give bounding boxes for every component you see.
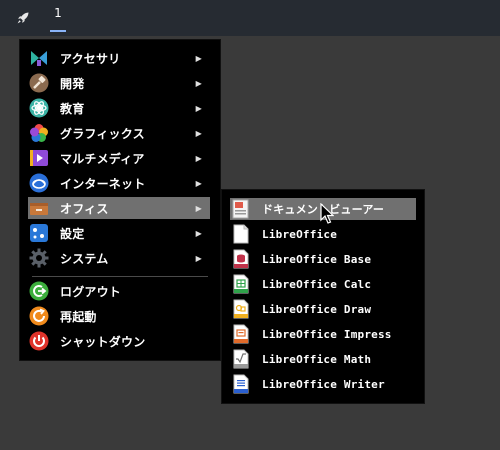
submenu-item-libreoffice-draw[interactable]: LibreOffice Draw: [230, 298, 416, 320]
libreoffice-icon: [230, 223, 252, 245]
chevron-right-icon: ▶: [195, 78, 202, 88]
libreoffice-writer-icon: [230, 373, 252, 395]
chevron-right-icon: ▶: [195, 228, 202, 238]
restart-icon: [28, 305, 50, 327]
settings-icon: [28, 222, 50, 244]
document-viewer-icon: [230, 198, 252, 220]
libreoffice-math-icon: [230, 348, 252, 370]
office-icon: [28, 197, 50, 219]
menu-item-development[interactable]: 開発 ▶: [28, 72, 210, 94]
logout-icon: [28, 280, 50, 302]
internet-icon: [28, 172, 50, 194]
submenu-item-libreoffice-math[interactable]: LibreOffice Math: [230, 348, 416, 370]
submenu-item-libreoffice-writer[interactable]: LibreOffice Writer: [230, 373, 416, 395]
menu-item-education[interactable]: 教育 ▶: [28, 97, 210, 119]
menu-item-label: マルチメディア: [60, 151, 145, 166]
graphics-icon: [28, 122, 50, 144]
accessories-icon: [28, 47, 50, 69]
menu-item-restart[interactable]: 再起動: [28, 305, 210, 327]
workspace-1-button[interactable]: 1: [50, 6, 66, 32]
submenu-item-libreoffice-calc[interactable]: LibreOffice Calc: [230, 273, 416, 295]
menu-item-label: ログアウト: [60, 284, 122, 299]
menu-item-logout[interactable]: ログアウト: [28, 280, 210, 302]
libreoffice-calc-icon: [230, 273, 252, 295]
menu-item-multimedia[interactable]: マルチメディア ▶: [28, 147, 210, 169]
menu-item-system[interactable]: システム ▶: [28, 247, 210, 269]
menu-item-label: グラフィックス: [60, 126, 145, 141]
submenu-item-label: LibreOffice Calc: [262, 277, 372, 291]
menu-item-label: オフィス: [60, 201, 109, 216]
menu-item-label: システム: [60, 251, 109, 266]
chevron-right-icon: ▶: [195, 203, 202, 213]
chevron-right-icon: ▶: [195, 128, 202, 138]
menu-item-accessories[interactable]: アクセサリ ▶: [28, 47, 210, 69]
menu-item-shutdown[interactable]: シャットダウン: [28, 330, 210, 352]
submenu-item-label: LibreOffice Writer: [262, 377, 385, 391]
submenu-item-label: LibreOffice Impress: [262, 327, 392, 341]
submenu-item-label: LibreOffice: [262, 227, 338, 241]
power-icon: [28, 330, 50, 352]
libreoffice-base-icon: [230, 248, 252, 270]
mouse-pointer-icon: [320, 203, 334, 224]
chevron-right-icon: ▶: [195, 253, 202, 263]
menu-item-internet[interactable]: インターネット ▶: [28, 172, 210, 194]
chevron-right-icon: ▶: [195, 178, 202, 188]
taskbar: 1: [0, 0, 500, 36]
submenu-item-label: ドキュメントビューアー: [262, 201, 416, 217]
menu-item-settings[interactable]: 設定 ▶: [28, 222, 210, 244]
menu-separator: [32, 276, 208, 277]
rocket-icon[interactable]: [14, 9, 32, 27]
education-icon: [28, 97, 50, 119]
menu-item-office[interactable]: オフィス ▶: [28, 197, 210, 219]
menu-item-label: 設定: [60, 226, 85, 241]
chevron-right-icon: ▶: [195, 53, 202, 63]
libreoffice-impress-icon: [230, 323, 252, 345]
chevron-right-icon: ▶: [195, 153, 202, 163]
submenu-item-libreoffice-base[interactable]: LibreOffice Base: [230, 248, 416, 270]
submenu-item-libreoffice-impress[interactable]: LibreOffice Impress: [230, 323, 416, 345]
menu-item-label: アクセサリ: [60, 51, 121, 66]
libreoffice-draw-icon: [230, 298, 252, 320]
submenu-item-label: LibreOffice Draw: [262, 302, 372, 316]
submenu-item-label: LibreOffice Base: [262, 252, 372, 266]
menu-item-label: 開発: [60, 76, 85, 91]
menu-item-label: 教育: [60, 101, 85, 116]
submenu-item-label: LibreOffice Math: [262, 352, 372, 366]
menu-item-label: インターネット: [60, 176, 146, 191]
application-menu: アクセサリ ▶ 開発 ▶ 教育 ▶ グラフィックス ▶ マルチメディア ▶ イン…: [20, 40, 220, 360]
menu-item-graphics[interactable]: グラフィックス ▶: [28, 122, 210, 144]
chevron-right-icon: ▶: [195, 103, 202, 113]
menu-item-label: シャットダウン: [60, 334, 146, 349]
multimedia-icon: [28, 147, 50, 169]
submenu-item-libreoffice[interactable]: LibreOffice: [230, 223, 416, 245]
menu-item-label: 再起動: [60, 309, 97, 324]
gear-icon: [28, 247, 50, 269]
development-icon: [28, 72, 50, 94]
